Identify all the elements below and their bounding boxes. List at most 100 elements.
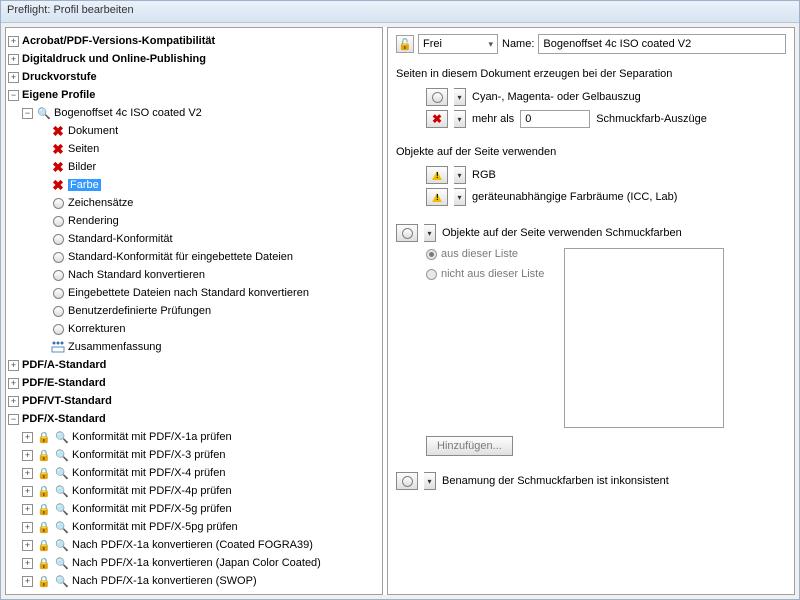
tree-label: Nach PDF/X-1a konvertieren (Coated FOGRA… xyxy=(72,539,313,551)
expand-icon[interactable]: + xyxy=(8,360,19,371)
severity-button[interactable] xyxy=(426,88,448,106)
tree-node[interactable]: +🔒🔍Konformität mit PDF/X-4 prüfen xyxy=(8,464,380,482)
expand-icon[interactable]: + xyxy=(8,54,19,65)
wrench-magnifier-icon: 🔍 xyxy=(54,573,70,589)
add-button[interactable]: Hinzufügen... xyxy=(426,436,513,456)
tree-label: Konformität mit PDF/X-5g prüfen xyxy=(72,503,232,515)
check-label: geräteunabhängige Farbräume (ICC, Lab) xyxy=(472,191,677,203)
neutral-circle-icon xyxy=(50,267,66,283)
tree-node[interactable]: +Druckvorstufe xyxy=(8,68,380,86)
expand-icon[interactable]: + xyxy=(8,378,19,389)
lock-icon: 🔒 xyxy=(36,429,52,445)
radio-label: aus dieser Liste xyxy=(441,248,518,260)
spotcolor-listbox[interactable] xyxy=(564,248,724,428)
expand-icon[interactable]: + xyxy=(22,486,33,497)
magnifier-icon: 🔍 xyxy=(54,465,70,481)
radio-label: nicht aus dieser Liste xyxy=(441,268,544,280)
tree-node[interactable]: ✖Dokument xyxy=(8,122,380,140)
tree-node[interactable]: −PDF/X-Standard xyxy=(8,410,380,428)
severity-button[interactable] xyxy=(426,166,448,184)
magnifier-icon: 🔍 xyxy=(54,519,70,535)
tree-node[interactable]: Zeichensätze xyxy=(8,194,380,212)
tree-node[interactable]: +PDF/A-Standard xyxy=(8,356,380,374)
collapse-icon[interactable]: − xyxy=(22,108,33,119)
lock-icon: 🔒 xyxy=(36,447,52,463)
lock-icon: 🔒 xyxy=(36,573,52,589)
severity-button[interactable] xyxy=(396,224,418,242)
tree-node[interactable]: +PDF/E-Standard xyxy=(8,374,380,392)
tree-node[interactable]: +🔒🔍Konformität mit PDF/X-5g prüfen xyxy=(8,500,380,518)
expand-icon[interactable]: + xyxy=(22,432,33,443)
collapse-icon[interactable]: − xyxy=(8,414,19,425)
tree-node[interactable]: Benutzerdefinierte Prüfungen xyxy=(8,302,380,320)
radio-icon xyxy=(426,249,437,260)
tree-node-selected[interactable]: ✖Farbe xyxy=(8,176,380,194)
tree-node[interactable]: +Acrobat/PDF-Versions-Kompatibilität xyxy=(8,32,380,50)
lock-toggle-button[interactable]: 🔓 xyxy=(396,35,414,53)
expand-icon[interactable]: + xyxy=(22,468,33,479)
neutral-circle-icon xyxy=(50,231,66,247)
tree-node[interactable]: Eingebettete Dateien nach Standard konve… xyxy=(8,284,380,302)
severity-button[interactable]: ✖ xyxy=(426,110,448,128)
tree-node[interactable]: +🔒🔍Nach PDF/X-1a konvertieren (Japan Col… xyxy=(8,554,380,572)
expand-icon[interactable]: + xyxy=(22,540,33,551)
tree-node[interactable]: +🔒🔍Konformität mit PDF/X-5pg prüfen xyxy=(8,518,380,536)
collapse-icon[interactable]: − xyxy=(8,90,19,101)
magnifier-icon: 🔍 xyxy=(54,501,70,517)
expand-icon[interactable]: + xyxy=(22,504,33,515)
radio-not-from-list[interactable]: nicht aus dieser Liste xyxy=(426,268,544,280)
tree-node[interactable]: +Digitaldruck und Online-Publishing xyxy=(8,50,380,68)
chevron-down-icon[interactable]: ▾ xyxy=(424,472,436,490)
expand-icon[interactable]: + xyxy=(22,522,33,533)
neutral-circle-icon xyxy=(402,228,413,239)
chevron-down-icon[interactable]: ▾ xyxy=(454,166,466,184)
section-separation: Seiten in diesem Dokument erzeugen bei d… xyxy=(396,68,786,80)
profile-name-input[interactable] xyxy=(538,34,786,54)
check-label-pre: mehr als xyxy=(472,113,514,125)
tree-label: Zusammenfassung xyxy=(68,341,162,353)
neutral-circle-icon xyxy=(50,321,66,337)
tree-node[interactable]: +🔒🔍Konformität mit PDF/X-4p prüfen xyxy=(8,482,380,500)
expand-icon[interactable]: + xyxy=(8,72,19,83)
chevron-down-icon[interactable]: ▾ xyxy=(454,110,466,128)
neutral-circle-icon xyxy=(50,213,66,229)
spot-count-input[interactable] xyxy=(520,110,590,128)
expand-icon[interactable]: + xyxy=(22,558,33,569)
section-label: Objekte auf der Seite verwenden Schmuckf… xyxy=(442,227,682,239)
tree-label: PDF/E-Standard xyxy=(22,377,106,389)
tree-node[interactable]: +🔒🔍Konformität mit PDF/X-1a prüfen xyxy=(8,428,380,446)
error-x-icon: ✖ xyxy=(50,141,66,157)
tree-label: Nach PDF/X-1a konvertieren (Japan Color … xyxy=(72,557,321,569)
tree-node[interactable]: ✖Seiten xyxy=(8,140,380,158)
tree-node[interactable]: −🔍Bogenoffset 4c ISO coated V2 xyxy=(8,104,380,122)
tree-node[interactable]: +🔒🔍Nach PDF/X-1a konvertieren (SWOP) xyxy=(8,572,380,590)
tree-node[interactable]: Standard-Konformität für eingebettete Da… xyxy=(8,248,380,266)
chevron-down-icon[interactable]: ▾ xyxy=(454,88,466,106)
chevron-down-icon[interactable]: ▾ xyxy=(424,224,436,242)
tree-node[interactable]: +PDF/VT-Standard xyxy=(8,392,380,410)
chevron-down-icon[interactable]: ▾ xyxy=(454,188,466,206)
expand-icon[interactable]: + xyxy=(8,396,19,407)
expand-icon[interactable]: + xyxy=(8,36,19,47)
severity-button[interactable] xyxy=(396,472,418,490)
lock-state-dropdown[interactable]: Frei xyxy=(418,34,498,54)
tree-node[interactable]: Zusammenfassung xyxy=(8,338,380,356)
tree-label: Korrekturen xyxy=(68,323,125,335)
section-spotcolors: ▾ Objekte auf der Seite verwenden Schmuc… xyxy=(396,224,786,242)
radio-from-list[interactable]: aus dieser Liste xyxy=(426,248,544,260)
expand-icon[interactable]: + xyxy=(22,450,33,461)
tree-node[interactable]: +🔒🔍Nach PDF/X-1a konvertieren (Coated FO… xyxy=(8,536,380,554)
tree-node[interactable]: ✖Bilder xyxy=(8,158,380,176)
check-label-post: Schmuckfarb-Auszüge xyxy=(596,113,707,125)
check-rgb: ▾ RGB xyxy=(426,166,786,184)
severity-button[interactable] xyxy=(426,188,448,206)
tree-node[interactable]: Nach Standard konvertieren xyxy=(8,266,380,284)
tree-node[interactable]: Standard-Konformität xyxy=(8,230,380,248)
profile-settings-panel: 🔓 Frei Name: Seiten in diesem Dokument e… xyxy=(387,27,795,595)
tree-node[interactable]: −Eigene Profile xyxy=(8,86,380,104)
tree-node[interactable]: +🔒🔍Konformität mit PDF/X-3 prüfen xyxy=(8,446,380,464)
tree-node[interactable]: Korrekturen xyxy=(8,320,380,338)
tree-node[interactable]: Rendering xyxy=(8,212,380,230)
expand-icon[interactable]: + xyxy=(22,576,33,587)
profile-tree[interactable]: +Acrobat/PDF-Versions-Kompatibilität +Di… xyxy=(5,27,383,595)
